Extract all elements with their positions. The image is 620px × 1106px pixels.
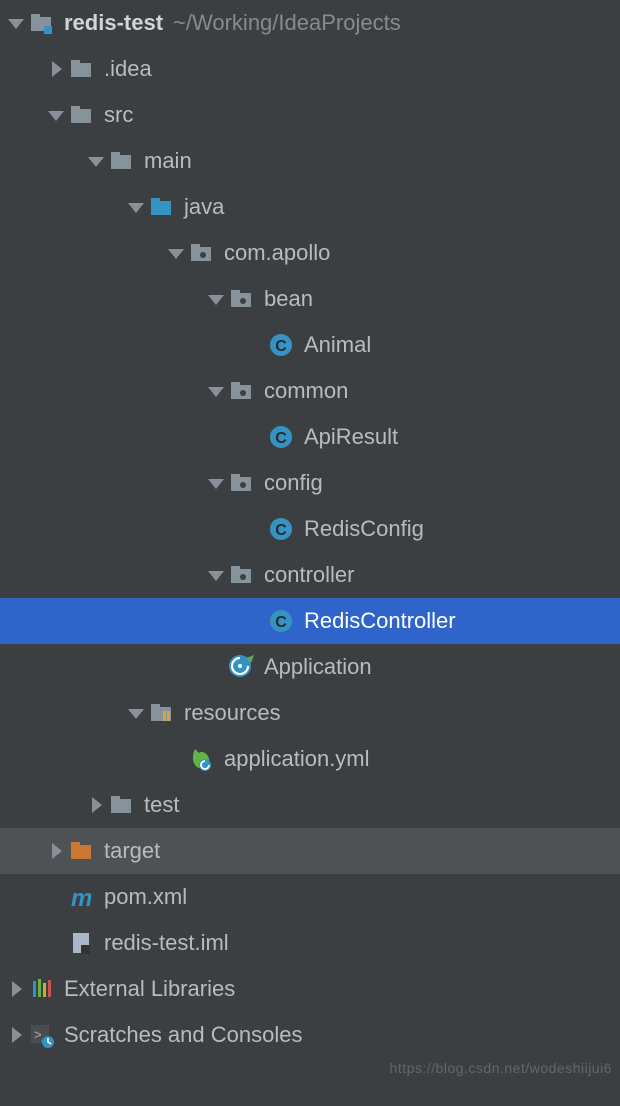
folder-label: target [104,838,160,864]
folder-label: main [144,148,192,174]
chevron-down-icon [84,149,108,173]
chevron-down-icon [124,701,148,725]
folder-label: resources [184,700,281,726]
tree-item-animal-class[interactable]: Animal [0,322,620,368]
tree-item-common[interactable]: common [0,368,620,414]
tree-item-java[interactable]: java [0,184,620,230]
tree-item-config[interactable]: config [0,460,620,506]
chevron-right-icon [44,839,68,863]
chevron-right-icon [4,977,28,1001]
excluded-folder-icon [68,838,94,864]
scratches-icon [28,1022,54,1048]
tree-item-redisconfig-class[interactable]: RedisConfig [0,506,620,552]
tree-item-idea[interactable]: .idea [0,46,620,92]
file-label: pom.xml [104,884,187,910]
class-label: Application [264,654,372,680]
spring-config-icon [188,746,214,772]
package-icon [228,378,254,404]
file-label: redis-test.iml [104,930,229,956]
java-class-icon [268,516,294,542]
tree-item-test[interactable]: test [0,782,620,828]
tree-label: External Libraries [64,976,235,1002]
package-label: common [264,378,348,404]
class-label: Animal [304,332,371,358]
tree-item-rediscontroller-class[interactable]: RedisController [0,598,620,644]
module-file-icon [68,930,94,956]
module-folder-icon [28,10,54,36]
chevron-down-icon [164,241,188,265]
folder-icon [108,792,134,818]
project-path-label: ~/Working/IdeaProjects [173,10,401,36]
chevron-right-icon [84,793,108,817]
chevron-down-icon [204,563,228,587]
tree-item-project-root[interactable]: redis-test ~/Working/IdeaProjects [0,0,620,46]
tree-item-external-libraries[interactable]: External Libraries [0,966,620,1012]
tree-item-iml[interactable]: redis-test.iml [0,920,620,966]
tree-item-main[interactable]: main [0,138,620,184]
tree-item-src[interactable]: src [0,92,620,138]
chevron-down-icon [204,379,228,403]
folder-icon [108,148,134,174]
folder-icon [68,56,94,82]
tree-item-controller[interactable]: controller [0,552,620,598]
package-icon [228,470,254,496]
folder-label: src [104,102,133,128]
chevron-down-icon [124,195,148,219]
package-label: config [264,470,323,496]
chevron-right-icon [44,57,68,81]
package-label: controller [264,562,354,588]
tree-item-pom[interactable]: pom.xml [0,874,620,920]
chevron-down-icon [204,471,228,495]
chevron-down-icon [204,287,228,311]
file-label: application.yml [224,746,370,772]
class-label: RedisController [304,608,456,634]
package-icon [188,240,214,266]
java-class-icon [268,332,294,358]
folder-label: java [184,194,224,220]
package-label: bean [264,286,313,312]
watermark-text: https://blog.csdn.net/wodeshiijui6 [390,1060,612,1076]
chevron-right-icon [4,1023,28,1047]
libraries-icon [28,976,54,1002]
tree-item-application-class[interactable]: Application [0,644,620,690]
java-class-icon [268,424,294,450]
folder-label: test [144,792,179,818]
folder-icon [68,102,94,128]
project-name-label: redis-test [64,10,163,36]
tree-item-resources[interactable]: resources [0,690,620,736]
java-class-icon [268,608,294,634]
spring-boot-run-icon [228,654,254,680]
tree-item-apiresult-class[interactable]: ApiResult [0,414,620,460]
package-icon [228,286,254,312]
tree-item-package[interactable]: com.apollo [0,230,620,276]
tree-label: Scratches and Consoles [64,1022,302,1048]
source-folder-icon [148,194,174,220]
class-label: RedisConfig [304,516,424,542]
tree-item-bean[interactable]: bean [0,276,620,322]
resources-folder-icon [148,700,174,726]
tree-item-target[interactable]: target [0,828,620,874]
class-label: ApiResult [304,424,398,450]
tree-item-application-yml[interactable]: application.yml [0,736,620,782]
tree-item-scratches[interactable]: Scratches and Consoles [0,1012,620,1058]
package-icon [228,562,254,588]
folder-label: .idea [104,56,152,82]
chevron-down-icon [4,11,28,35]
maven-icon [68,884,94,910]
package-label: com.apollo [224,240,330,266]
chevron-down-icon [44,103,68,127]
